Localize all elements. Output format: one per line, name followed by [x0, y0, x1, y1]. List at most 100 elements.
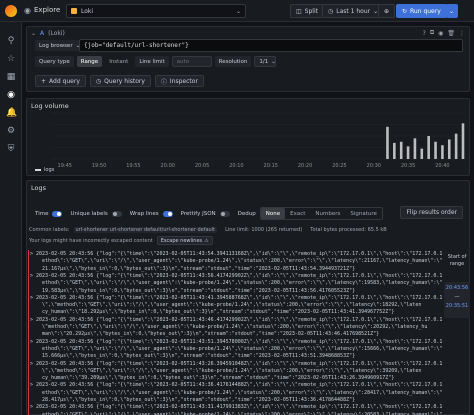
search-icon[interactable]: ⚲ [6, 36, 16, 46]
unique-labels-toggle-label: Unique labels [70, 210, 108, 217]
log-line[interactable]: \",\"method\":\"GET\",\"uri\":\"/\",\"us… [30, 302, 442, 309]
log-browser-label: Log browser [39, 42, 73, 49]
wrap-lines-toggle-label: Wrap lines [129, 210, 159, 217]
range-start-label: Start of range [447, 254, 467, 267]
x-tick-label: 20:10 [229, 163, 243, 169]
query-input[interactable]: {job="default/url-shortener"} [79, 39, 463, 52]
log-line[interactable]: > 2023-02-05 20:43:56 {"log":"{\"time\":… [30, 317, 442, 324]
dedup-signature[interactable]: Signature [345, 208, 382, 219]
instant-toggle[interactable]: Instant [105, 56, 132, 67]
warning-icon: ⚠ [204, 237, 209, 244]
resolution-value: 1/1 [259, 58, 269, 65]
log-line[interactable]: ethod\":\"GET\",\"uri\":\"/\",\"user_age… [30, 280, 442, 287]
explore-nav-icon[interactable]: ◉ [6, 90, 16, 100]
chart-x-labels: 19:45 19:50 19:55 20:00 20:05 20:10 20:15 20:20… [58, 163, 450, 169]
dedup-label: Dedup [237, 210, 256, 217]
logs-meta: Common labels: url-shortener url-shorten… [29, 227, 387, 233]
log-browser-button[interactable]: Log browser ⌄ [35, 40, 85, 51]
starred-icon[interactable]: ☆ [6, 54, 16, 64]
time-picker[interactable]: ◷ Last 1 hour ⌄ [322, 4, 385, 18]
log-line[interactable]: > 2023-02-05 20:43:56 {"log":"{\"time\":… [30, 251, 442, 258]
log-line[interactable]: > 2023-02-05 20:43:56 {"log":"{\"time\":… [30, 382, 442, 389]
volume-bar [393, 142, 396, 159]
duplicate-icon[interactable]: ⧉ [430, 29, 434, 37]
refresh-icon: ↻ [402, 7, 408, 15]
query-type-label: Query type [35, 56, 74, 67]
run-query-dropdown[interactable]: ⌄ [446, 4, 458, 18]
log-line[interactable]: > 2023-02-05 20:43:56 {"log":"{\"time\":… [30, 361, 442, 368]
query-row-header[interactable]: ⌄ A (Loki) [31, 29, 65, 37]
query-row-label: A [40, 29, 45, 37]
grafana-logo-icon[interactable] [5, 5, 17, 17]
range-navigator[interactable]: 20:43:56 — 20:35:51 [444, 282, 470, 318]
dedup-exact[interactable]: Exact [285, 208, 310, 219]
unique-labels-toggle[interactable] [111, 210, 122, 217]
log-line[interactable]: > 2023-02-05 20:43:56 {"log":"{\"time\":… [30, 404, 442, 411]
log-line[interactable]: cy_human\":\"18.292µs\",\"bytes_in\":0,\… [30, 309, 442, 316]
dashboards-icon[interactable]: ▦ [6, 72, 16, 82]
escape-warning: Your logs might have incorrectly escaped… [29, 236, 213, 245]
eye-icon[interactable]: ◉ [438, 30, 443, 37]
resolution-select[interactable]: 1/1 ⌄ [254, 56, 277, 67]
escape-newlines-button[interactable]: Escape newlines ⚠ [156, 236, 213, 245]
log-line[interactable]: 15.666µs\",\"bytes_in\":0,\"bytes_out\":… [30, 353, 442, 360]
split-button[interactable]: ◫ Split [290, 4, 324, 18]
chart-bars [386, 123, 465, 159]
volume-bar [420, 148, 424, 159]
dedup-segmented-control: None Exact Numbers Signature [259, 207, 383, 220]
x-tick-label: 20:30 [367, 163, 381, 169]
drag-icon[interactable]: ⋮ [459, 30, 465, 37]
query-history-button[interactable]: ◷ Query history [89, 75, 151, 87]
alerting-icon[interactable]: 🔔 [6, 108, 17, 118]
x-tick-label: 20:05 [195, 163, 209, 169]
log-line[interactable]: cy_human\":\"39.209µs\",\"bytes_in\":0,\… [30, 375, 442, 382]
flip-results-button[interactable]: Flip results order [400, 206, 463, 219]
chart-legend[interactable]: logs [35, 167, 54, 173]
volume-bar [434, 141, 437, 159]
admin-icon[interactable]: ⛨ [6, 144, 16, 154]
log-line[interactable]: 28.417µs\",\"bytes_in\":0,\"bytes_out\":… [30, 397, 442, 404]
run-query-button[interactable]: ↻ Run query [396, 4, 447, 18]
legend-label: logs [44, 167, 55, 173]
log-line[interactable]: 19.583µs\",\"bytes_in\":0,\"bytes_out\":… [30, 288, 442, 295]
dedup-none[interactable]: None [260, 208, 286, 219]
log-line[interactable]: man\":\"20.292µs\",\"bytes_in\":0,\"byte… [30, 331, 442, 338]
x-tick-label: 20:20 [298, 163, 312, 169]
log-line[interactable]: ethod\":\"GET\",\"uri\":\"/\",\"user_age… [30, 390, 442, 397]
log-line[interactable]: \"method\":\"GET\",\"uri\":\"/\",\"user_… [30, 324, 442, 331]
log-volume-panel: Log volume 19:45 19:50 19:55 20:00 20:05 20:1… [26, 98, 470, 176]
split-icon: ◫ [296, 7, 302, 15]
log-line[interactable]: ethod\":\"GET\",\"uri\":\"/\",\"user_age… [30, 258, 442, 265]
common-labels-label: Common labels: [29, 227, 70, 233]
add-query-button[interactable]: + Add query [35, 75, 86, 87]
escape-warning-text: Your logs might have incorrectly escaped… [29, 237, 153, 244]
delete-icon[interactable]: 🗑 [447, 30, 455, 37]
run-query-label: Run query [410, 7, 441, 15]
inspector-button[interactable]: ⓘ Inspector [154, 75, 204, 87]
line-limit-info: Line limit: 1000 (265 returned) [225, 227, 303, 233]
log-line[interactable]: ethod\":\"GET\",\"uri\":\"/\",\"user_age… [30, 412, 442, 415]
range-toggle[interactable]: Range [76, 56, 103, 67]
log-line[interactable]: > 2023-02-05 20:43:56 {"log":"{\"time\":… [30, 339, 442, 346]
volume-bar [413, 138, 417, 159]
datasource-picker[interactable]: Loki ⌄ [66, 4, 246, 18]
line-limit-input[interactable]: auto [171, 56, 212, 67]
log-line[interactable]: 21.167µs\",\"bytes_in\":0,\"bytes_out\":… [30, 266, 442, 273]
log-line[interactable]: \",\"method\":\"GET\",\"uri\":\"/\",\"us… [30, 368, 442, 375]
configuration-icon[interactable]: ⚙ [6, 126, 16, 136]
wrap-lines-toggle[interactable] [162, 210, 173, 217]
help-icon[interactable]: ? [423, 30, 426, 37]
legend-swatch [35, 169, 41, 171]
log-line[interactable]: > 2023-02-05 20:43:56 {"log":"{\"time\":… [30, 273, 442, 280]
zoom-out-button[interactable]: ⊕ [378, 4, 396, 18]
prettify-json-toggle[interactable] [219, 210, 230, 217]
time-toggle[interactable] [52, 210, 63, 217]
dedup-numbers[interactable]: Numbers [310, 208, 345, 219]
log-line[interactable]: > 2023-02-05 20:43:56 {"log":"{\"time\":… [30, 295, 442, 302]
zoom-out-icon: ⊕ [384, 7, 390, 15]
log-line[interactable]: ethod\":\"GET\",\"uri\":\"/\",\"user_age… [30, 346, 442, 353]
logs-options: Time Unique labels Wrap lines Prettify J… [35, 207, 383, 220]
escape-newlines-label: Escape newlines [160, 237, 203, 244]
page-title: Explore [34, 6, 61, 14]
top-bar: ◉ Explore Loki ⌄ ◫ Split ◷ Last 1 hour ⌄… [0, 0, 474, 22]
